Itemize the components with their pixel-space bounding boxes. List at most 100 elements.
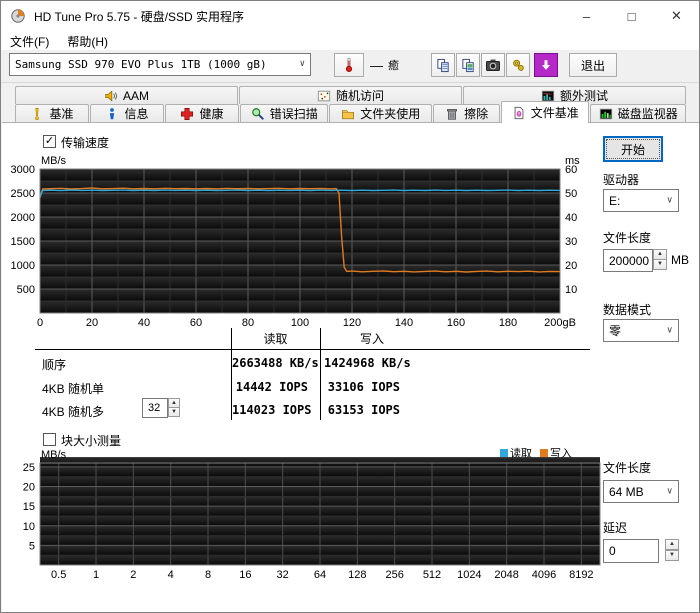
svg-text:500: 500 xyxy=(17,284,35,296)
transfer-speed-checkbox[interactable]: ✓ xyxy=(43,135,56,148)
camera-icon xyxy=(486,59,500,71)
svg-text:4096: 4096 xyxy=(532,569,556,581)
random-single-write-value: 33106 IOPS xyxy=(327,380,400,394)
save-results-button[interactable] xyxy=(534,53,558,77)
drive-dropdown[interactable]: E: ∨ xyxy=(603,189,679,212)
drive-select[interactable]: Samsung SSD 970 EVO Plus 1TB (1000 gB) ∨ xyxy=(9,53,311,76)
thermometer-icon xyxy=(345,58,353,72)
copy-icon xyxy=(436,58,449,72)
minimize-button[interactable]: – xyxy=(564,1,609,31)
data-pattern-label: 数据模式 xyxy=(603,303,652,317)
menu-file[interactable]: 文件(F) xyxy=(1,31,58,50)
tab-folder-usage[interactable]: 文件夹使用 xyxy=(329,104,433,122)
screenshot-button[interactable] xyxy=(481,53,505,77)
transfer-speed-label: 传输速度 xyxy=(61,136,110,150)
copy-text-button[interactable] xyxy=(431,53,455,77)
svg-text:40: 40 xyxy=(565,212,577,224)
svg-text:180: 180 xyxy=(499,317,517,329)
tab-disk-monitor[interactable]: 磁盘监视器 xyxy=(590,104,686,122)
tab-random-access[interactable]: 随机访问 xyxy=(239,86,462,104)
exclamation-icon xyxy=(35,107,40,120)
copy-image-button[interactable] xyxy=(456,53,480,77)
svg-text:32: 32 xyxy=(277,569,289,581)
svg-text:64: 64 xyxy=(314,569,326,581)
window-title: HD Tune Pro 5.75 - 硬盘/SSD 实用程序 xyxy=(34,9,245,24)
copy-image-icon xyxy=(461,58,474,72)
svg-text:8: 8 xyxy=(205,569,211,581)
latency-spinner[interactable]: ▲ ▼ xyxy=(665,539,679,561)
latency-input[interactable]: 0 xyxy=(603,539,659,563)
svg-text:15: 15 xyxy=(23,501,35,513)
health-cross-icon xyxy=(181,107,194,120)
read-column-header: 读取 xyxy=(263,332,288,346)
svg-text:2: 2 xyxy=(130,569,136,581)
svg-text:256: 256 xyxy=(385,569,403,581)
svg-text:120: 120 xyxy=(343,317,361,329)
svg-text:0: 0 xyxy=(37,317,43,329)
chevron-down-icon: ∨ xyxy=(666,324,673,335)
file-benchmark-icon xyxy=(514,106,524,119)
menu-help[interactable]: 帮助(H) xyxy=(58,31,117,50)
svg-text:10: 10 xyxy=(23,521,35,533)
chevron-down-icon: ∨ xyxy=(666,485,673,496)
row-sequential-label: 顺序 xyxy=(42,358,67,372)
svg-text:4: 4 xyxy=(168,569,174,581)
temperature-button[interactable] xyxy=(334,53,364,77)
data-pattern-dropdown[interactable]: 零 ∨ xyxy=(603,319,679,342)
magnifier-icon xyxy=(251,107,264,120)
queue-depth-spinner[interactable]: ▲ ▼ xyxy=(168,398,180,417)
table-divider xyxy=(320,328,321,420)
svg-text:1024: 1024 xyxy=(457,569,481,581)
row-4kb-single-label: 4KB 随机单 xyxy=(42,382,105,396)
title-bar: HD Tune Pro 5.75 - 硬盘/SSD 实用程序 – □ ✕ xyxy=(1,1,699,31)
app-icon xyxy=(11,9,25,23)
file-benchmark-panel: ✓ 传输速度 0 20 40 60 80 100 120 140 160 180 200gB MB/s… xyxy=(2,122,699,612)
spin-down-icon[interactable]: ▼ xyxy=(665,550,679,561)
spin-up-icon[interactable]: ▲ xyxy=(665,539,679,550)
svg-text:60: 60 xyxy=(565,164,577,176)
svg-text:8192: 8192 xyxy=(569,569,593,581)
tab-erase[interactable]: 擦除 xyxy=(433,104,500,122)
tab-info[interactable]: 信息 xyxy=(90,104,164,122)
exit-button[interactable]: 退出 xyxy=(569,53,617,77)
tab-aam[interactable]: AAM xyxy=(15,86,238,104)
svg-text:2500: 2500 xyxy=(11,188,35,200)
close-button[interactable]: ✕ xyxy=(654,1,699,31)
svg-text:5: 5 xyxy=(29,540,35,552)
table-divider xyxy=(35,349,590,350)
tab-benchmark[interactable]: 基准 xyxy=(15,104,89,122)
svg-text:MB/s: MB/s xyxy=(41,449,67,461)
queue-depth-input[interactable]: 32 xyxy=(142,398,168,418)
file-length-label: 文件长度 xyxy=(603,231,652,245)
spin-down-icon[interactable]: ▼ xyxy=(168,407,180,417)
hd-tune-window: HD Tune Pro 5.75 - 硬盘/SSD 实用程序 – □ ✕ 文件(… xyxy=(0,0,700,613)
block-size-checkbox[interactable] xyxy=(43,433,56,446)
chevron-down-icon: ∨ xyxy=(299,58,305,69)
keys-icon xyxy=(512,59,524,71)
svg-text:80: 80 xyxy=(242,317,254,329)
block-size-label: 块大小测量 xyxy=(61,434,122,448)
file-length2-dropdown[interactable]: 64 MB ∨ xyxy=(603,480,679,503)
tab-health[interactable]: 健康 xyxy=(165,104,239,122)
file-length-input[interactable]: 200000 xyxy=(603,249,653,272)
tab-error-scan[interactable]: 错误扫描 xyxy=(240,104,329,122)
sequential-read-value: 2663488 KB/s xyxy=(232,356,319,370)
svg-text:16: 16 xyxy=(239,569,251,581)
start-button[interactable]: 开始 xyxy=(603,136,663,162)
tab-file-benchmark[interactable]: 文件基准 xyxy=(501,101,590,123)
svg-text:20: 20 xyxy=(565,260,577,272)
svg-text:100: 100 xyxy=(291,317,309,329)
temperature-readout: — 癒 xyxy=(370,57,399,73)
svg-text:1000: 1000 xyxy=(11,260,35,272)
file-length-unit: MB xyxy=(671,253,689,267)
scatter-icon xyxy=(317,90,331,101)
svg-text:200gB: 200gB xyxy=(544,317,576,329)
random-single-read-value: 14442 IOPS xyxy=(235,380,308,394)
svg-text:10: 10 xyxy=(565,284,577,296)
svg-text:40: 40 xyxy=(138,317,150,329)
maximize-button[interactable]: □ xyxy=(609,1,654,31)
options-button[interactable] xyxy=(506,53,530,77)
disk-monitor-icon xyxy=(599,108,612,119)
file-length-spinner[interactable]: ▲ ▼ xyxy=(653,249,667,270)
spin-down-icon[interactable]: ▼ xyxy=(653,259,667,270)
